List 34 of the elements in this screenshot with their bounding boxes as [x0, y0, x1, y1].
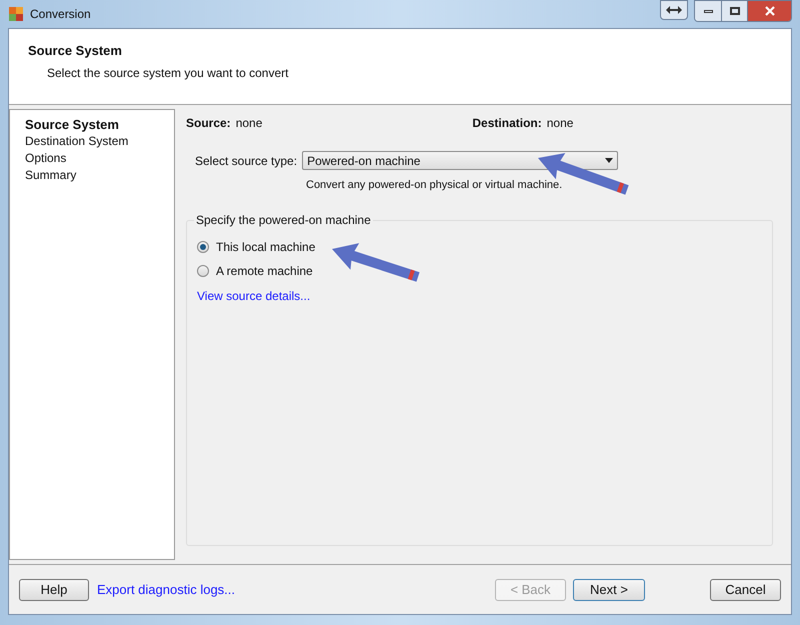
destination-value: none [546, 115, 574, 132]
window-title: Conversion [30, 6, 91, 23]
export-logs-link[interactable]: Export diagnostic logs... [97, 580, 236, 600]
radio-button[interactable] [197, 264, 209, 276]
step-item[interactable]: Source System [25, 116, 174, 133]
maximize-icon [730, 7, 740, 15]
help-button[interactable]: Help [19, 578, 89, 600]
source-value: none [236, 115, 262, 132]
view-details-link[interactable]: View source details... [197, 286, 310, 304]
source-label: Source: [186, 115, 231, 132]
source-type-label: Select source type: [195, 152, 298, 170]
close-icon [764, 6, 774, 16]
radio-option[interactable]: A remote machine [197, 262, 772, 280]
group-title: Specify the powered-on machine [194, 212, 373, 226]
maximize-button[interactable] [721, 1, 747, 21]
app-icon [8, 6, 24, 22]
step-item[interactable]: Summary [25, 167, 174, 184]
source-type-hint: Convert any powered-on physical or virtual machine. [306, 178, 562, 193]
close-button[interactable] [747, 1, 791, 21]
step-item[interactable]: Destination System [25, 133, 174, 150]
cancel-button[interactable]: Cancel [710, 578, 781, 600]
radio-option[interactable]: This local machine [197, 238, 772, 256]
header-title: Source System [28, 42, 123, 60]
next-button[interactable]: Next > [573, 578, 645, 600]
minimize-button[interactable] [695, 1, 721, 21]
step-item[interactable]: Options [25, 150, 174, 167]
dropdown-arrow-icon [605, 158, 614, 163]
source-type-dropdown[interactable]: Powered-on machine [302, 151, 618, 170]
destination-label: Destination: [472, 115, 542, 132]
double-arrow-icon [666, 6, 682, 14]
radio-button[interactable] [197, 240, 209, 252]
header-subtitle: Select the source system you want to convert [46, 64, 290, 82]
resize-button[interactable] [660, 0, 688, 20]
minimize-icon [704, 10, 712, 12]
